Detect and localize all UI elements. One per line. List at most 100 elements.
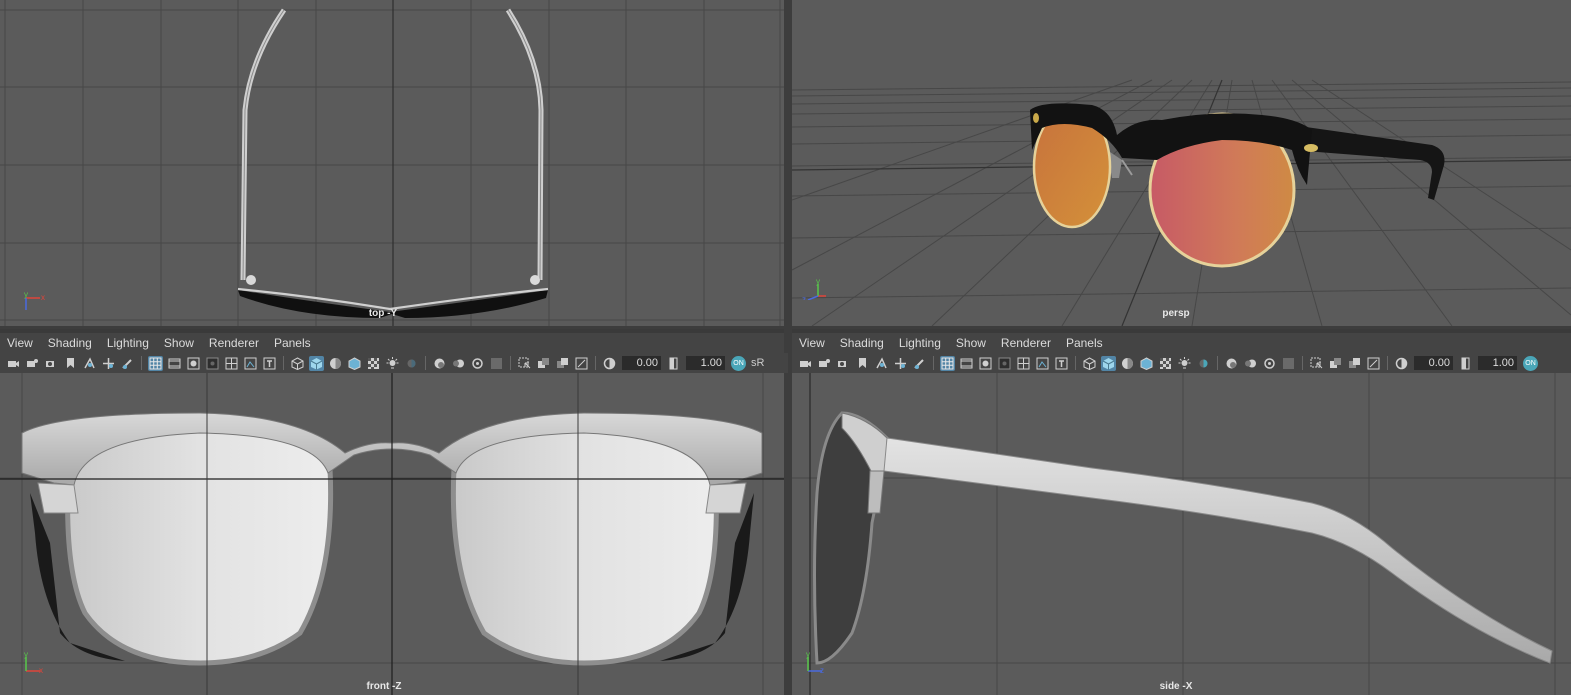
exposure-field[interactable]: 0.00	[622, 356, 661, 370]
wireframe-icon[interactable]	[1082, 356, 1097, 371]
menu-shading[interactable]: Shading	[41, 336, 100, 350]
smooth-shade-icon[interactable]	[309, 355, 324, 371]
isolate-select-icon[interactable]	[1309, 356, 1324, 371]
default-material-icon[interactable]	[328, 356, 343, 371]
textured-icon[interactable]	[1158, 356, 1173, 371]
anti-aliasing-icon[interactable]	[470, 356, 485, 371]
screen-space-ao-icon[interactable]	[432, 356, 447, 371]
shaded-wireframe-icon[interactable]	[347, 356, 362, 371]
bookmark-icon[interactable]	[855, 356, 870, 371]
grid-icon[interactable]	[148, 355, 163, 371]
panel-menubar-side: View Shading Lighting Show Renderer Pane…	[792, 333, 1571, 353]
menu-panels[interactable]: Panels	[267, 336, 319, 350]
panel-toolbar-side: 0.00 1.00 ON	[792, 353, 1571, 373]
gamma-field[interactable]: 1.00	[1478, 356, 1517, 370]
grease-pencil-icon[interactable]	[120, 356, 135, 371]
menu-view[interactable]: View	[0, 336, 41, 350]
grid-icon[interactable]	[940, 355, 955, 371]
lights-icon[interactable]	[385, 356, 400, 371]
lights-icon[interactable]	[1177, 356, 1192, 371]
xray-joints-icon[interactable]	[574, 356, 589, 371]
toolbar-separator	[141, 356, 142, 370]
gamma-icon[interactable]	[1458, 356, 1473, 371]
color-management-toggle[interactable]: ON	[731, 355, 746, 371]
menu-show[interactable]: Show	[157, 336, 202, 350]
camera-label-top: top -Y	[368, 308, 398, 319]
shaded-wireframe-icon[interactable]	[1139, 356, 1154, 371]
menu-lighting[interactable]: Lighting	[892, 336, 949, 350]
svg-text:z: z	[820, 666, 824, 673]
gate-mask-icon[interactable]	[997, 356, 1012, 371]
wireframe-icon[interactable]	[290, 356, 305, 371]
xray-active-components-icon[interactable]	[555, 356, 570, 371]
menu-renderer[interactable]: Renderer	[994, 336, 1059, 350]
film-gate-icon[interactable]	[959, 356, 974, 371]
isolate-select-icon[interactable]	[517, 356, 532, 371]
camera-select-icon[interactable]	[798, 356, 813, 371]
panel-toolbar-front: 0.00 1.00 ON sR	[0, 353, 788, 373]
depth-of-field-icon[interactable]	[1281, 356, 1296, 371]
safe-title-icon[interactable]	[1054, 356, 1069, 371]
menu-show[interactable]: Show	[949, 336, 994, 350]
toolbar-separator	[933, 356, 934, 370]
menu-shading[interactable]: Shading	[833, 336, 892, 350]
shadows-icon[interactable]	[1196, 356, 1211, 371]
menu-panels[interactable]: Panels	[1059, 336, 1111, 350]
depth-of-field-icon[interactable]	[489, 356, 504, 371]
axis-gizmo-side: z y	[806, 651, 824, 673]
motion-blur-icon[interactable]	[451, 356, 466, 371]
default-material-icon[interactable]	[1120, 356, 1135, 371]
viewport-top[interactable]: x y top -Y	[0, 0, 784, 326]
smooth-shade-icon[interactable]	[1101, 355, 1116, 371]
image-plane-icon[interactable]	[874, 356, 889, 371]
exposure-icon[interactable]	[602, 356, 617, 371]
xray-icon[interactable]	[536, 356, 551, 371]
camera-attributes-icon[interactable]	[44, 356, 59, 371]
image-plane-icon[interactable]	[82, 356, 97, 371]
camera-lock-icon[interactable]	[817, 356, 832, 371]
motion-blur-icon[interactable]	[1243, 356, 1258, 371]
bookmark-icon[interactable]	[63, 356, 78, 371]
panel-divider-vertical[interactable]	[784, 0, 792, 695]
resolution-gate-icon[interactable]	[186, 356, 201, 371]
camera-lock-icon[interactable]	[25, 356, 40, 371]
textured-icon[interactable]	[366, 356, 381, 371]
toolbar-separator	[1387, 356, 1388, 370]
safe-action-icon[interactable]	[1035, 356, 1050, 371]
resolution-gate-icon[interactable]	[978, 356, 993, 371]
svg-text:x: x	[39, 666, 43, 673]
front-view-scene	[0, 373, 784, 695]
color-management-toggle[interactable]: ON	[1523, 355, 1538, 371]
field-chart-icon[interactable]	[1016, 356, 1031, 371]
shadows-icon[interactable]	[404, 356, 419, 371]
xray-active-components-icon[interactable]	[1347, 356, 1362, 371]
xray-joints-icon[interactable]	[1366, 356, 1381, 371]
anti-aliasing-icon[interactable]	[1262, 356, 1277, 371]
viewport-front[interactable]: x y front -Z	[0, 373, 784, 695]
axis-gizmo-top: x y	[24, 290, 45, 310]
side-view-scene	[792, 373, 1571, 695]
camera-attributes-icon[interactable]	[836, 356, 851, 371]
two-d-pan-zoom-icon[interactable]	[893, 356, 908, 371]
exposure-field[interactable]: 0.00	[1414, 356, 1453, 370]
exposure-icon[interactable]	[1394, 356, 1409, 371]
view-transform-label[interactable]: sR	[751, 357, 764, 369]
menu-lighting[interactable]: Lighting	[100, 336, 157, 350]
field-chart-icon[interactable]	[224, 356, 239, 371]
safe-action-icon[interactable]	[243, 356, 258, 371]
film-gate-icon[interactable]	[167, 356, 182, 371]
two-d-pan-zoom-icon[interactable]	[101, 356, 116, 371]
viewport-persp[interactable]: x y z persp	[792, 0, 1571, 326]
gamma-icon[interactable]	[666, 356, 681, 371]
screen-space-ao-icon[interactable]	[1224, 356, 1239, 371]
safe-title-icon[interactable]	[262, 356, 277, 371]
toolbar-separator	[425, 356, 426, 370]
xray-icon[interactable]	[1328, 356, 1343, 371]
menu-view[interactable]: View	[792, 336, 833, 350]
menu-renderer[interactable]: Renderer	[202, 336, 267, 350]
grease-pencil-icon[interactable]	[912, 356, 927, 371]
viewport-side[interactable]: z y side -X	[792, 373, 1571, 695]
gate-mask-icon[interactable]	[205, 356, 220, 371]
camera-select-icon[interactable]	[6, 356, 21, 371]
gamma-field[interactable]: 1.00	[686, 356, 725, 370]
